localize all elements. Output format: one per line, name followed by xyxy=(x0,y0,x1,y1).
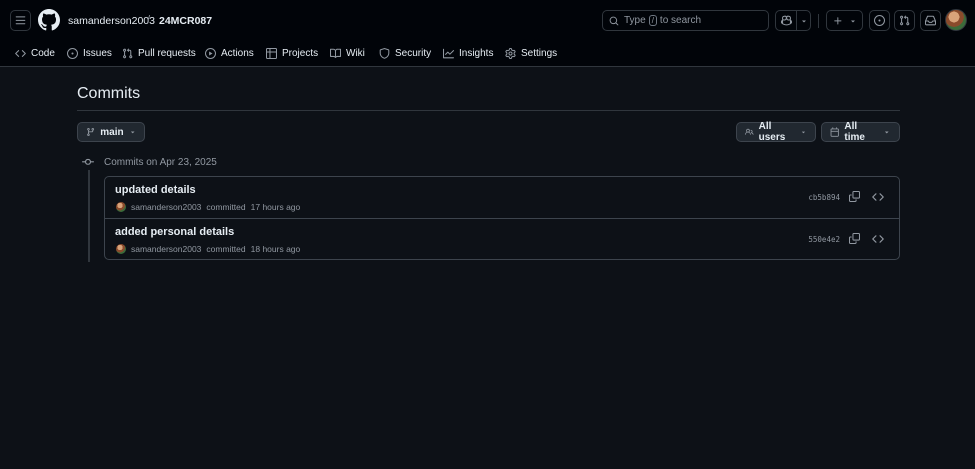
search-input[interactable]: Type / to search xyxy=(602,10,769,31)
tab-code-label: Code xyxy=(31,47,55,59)
header-divider xyxy=(818,14,819,28)
users-filter-label: All users xyxy=(758,121,786,143)
tab-code[interactable]: Code xyxy=(15,45,55,61)
play-icon xyxy=(205,47,216,59)
hamburger-icon xyxy=(15,16,26,25)
commit-title-link[interactable]: added personal details xyxy=(115,226,234,238)
breadcrumb-owner[interactable]: samanderson2003 xyxy=(68,15,155,27)
pull-request-icon xyxy=(900,15,910,26)
user-avatar[interactable] xyxy=(945,9,967,31)
timeline-line xyxy=(88,170,90,262)
commit-time: 18 hours ago xyxy=(250,244,301,254)
calendar-icon xyxy=(830,127,839,137)
breadcrumb-repo[interactable]: 24MCR087 xyxy=(159,15,212,27)
repo-nav: Code Issues Pull requests Actions Projec… xyxy=(0,40,975,67)
caret-down-icon xyxy=(850,20,855,22)
github-logo-icon[interactable] xyxy=(38,9,60,31)
commit-author[interactable]: samanderson2003 xyxy=(131,202,201,212)
tab-pull-requests-label: Pull requests xyxy=(138,47,196,59)
copilot-menu-button[interactable] xyxy=(797,11,810,30)
branch-name: main xyxy=(100,126,124,138)
plus-icon xyxy=(833,16,841,24)
tab-wiki-label: Wiki xyxy=(346,47,365,59)
search-icon xyxy=(609,16,619,25)
commit-action: committed xyxy=(206,202,246,212)
tab-projects[interactable]: Projects xyxy=(266,45,318,61)
issue-icon xyxy=(874,15,885,26)
commit-sha-link[interactable]: cb5b894 xyxy=(808,193,840,202)
code-icon xyxy=(15,49,26,57)
tab-insights-label: Insights xyxy=(459,47,494,59)
create-new-button[interactable] xyxy=(826,10,863,31)
gear-icon xyxy=(505,47,516,59)
tab-settings-label: Settings xyxy=(521,47,558,59)
title-divider xyxy=(77,110,900,111)
search-placeholder-prefix: Type xyxy=(624,15,646,26)
tab-security[interactable]: Security xyxy=(379,45,431,61)
graph-icon xyxy=(443,48,454,58)
breadcrumb-separator: / xyxy=(147,14,151,26)
search-shortcut-key: / xyxy=(648,15,657,26)
time-filter-button[interactable]: All time xyxy=(821,121,900,143)
tab-actions-label: Actions xyxy=(221,47,254,59)
tab-actions[interactable]: Actions xyxy=(205,45,254,61)
menu-button[interactable] xyxy=(10,10,31,31)
commit-row: added personal details samanderson2003 c… xyxy=(105,219,899,261)
users-filter-button[interactable]: All users xyxy=(736,121,816,143)
tab-wiki[interactable]: Wiki xyxy=(330,45,365,61)
copilot-icon xyxy=(780,15,792,26)
author-avatar[interactable] xyxy=(116,202,126,212)
header-top-row: samanderson2003 / 24MCR087 Type / to sea… xyxy=(0,0,975,40)
your-issues-button[interactable] xyxy=(869,10,890,31)
your-pull-requests-button[interactable] xyxy=(894,10,915,31)
issue-icon xyxy=(67,47,78,59)
search-placeholder-suffix: to search xyxy=(659,15,702,26)
page-title: Commits xyxy=(77,85,141,102)
browse-code-icon[interactable] xyxy=(872,233,884,245)
commit-action: committed xyxy=(206,244,246,254)
commit-list: updated details samanderson2003 committe… xyxy=(104,176,900,260)
caret-down-icon xyxy=(885,131,889,134)
commit-time: 17 hours ago xyxy=(250,202,301,212)
book-icon xyxy=(330,48,341,58)
branch-select-button[interactable]: main xyxy=(77,122,145,142)
commit-group-date: Commits on Apr 23, 2025 xyxy=(104,157,217,168)
git-commit-icon xyxy=(82,158,94,165)
notifications-button[interactable] xyxy=(920,10,941,31)
commit-author[interactable]: samanderson2003 xyxy=(131,244,201,254)
time-filter-label: All time xyxy=(844,121,865,143)
copilot-button[interactable] xyxy=(776,11,798,30)
commit-title-link[interactable]: updated details xyxy=(115,184,196,196)
commit-meta: samanderson2003 committed 18 hours ago xyxy=(116,244,300,254)
app-header: samanderson2003 / 24MCR087 Type / to sea… xyxy=(0,0,975,67)
caret-down-icon xyxy=(801,20,806,22)
tab-issues-label: Issues xyxy=(83,47,112,59)
tab-projects-label: Projects xyxy=(282,47,319,59)
caret-down-icon xyxy=(801,131,806,134)
commit-sha-link[interactable]: 550e4e2 xyxy=(808,235,840,244)
copy-icon[interactable] xyxy=(849,191,860,202)
pull-request-icon xyxy=(123,47,133,58)
browse-code-icon[interactable] xyxy=(872,191,884,203)
caret-down-icon xyxy=(130,131,134,134)
git-branch-icon xyxy=(87,127,95,137)
tab-security-label: Security xyxy=(395,47,432,59)
inbox-icon xyxy=(925,15,936,26)
commit-meta: samanderson2003 committed 17 hours ago xyxy=(116,202,300,212)
tab-settings[interactable]: Settings xyxy=(505,45,557,61)
tab-issues[interactable]: Issues xyxy=(67,45,112,61)
shield-icon xyxy=(379,47,390,59)
copy-icon[interactable] xyxy=(849,233,860,244)
copilot-button-group xyxy=(775,10,811,31)
table-icon xyxy=(266,47,277,59)
people-icon xyxy=(745,128,754,135)
author-avatar[interactable] xyxy=(116,244,126,254)
tab-pull-requests[interactable]: Pull requests xyxy=(122,45,196,61)
tab-insights[interactable]: Insights xyxy=(443,45,493,61)
commit-row: updated details samanderson2003 committe… xyxy=(105,177,899,219)
